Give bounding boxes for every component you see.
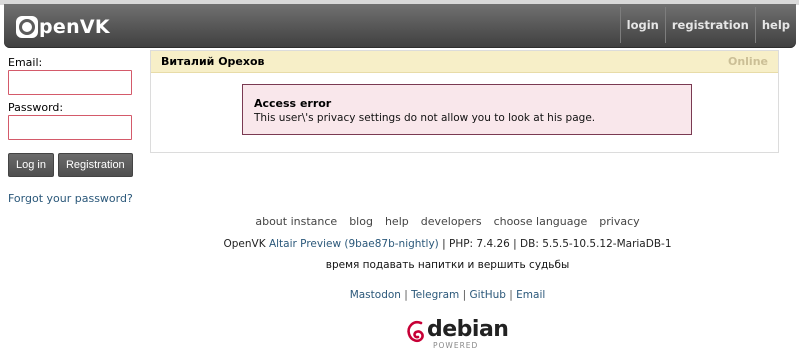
login-button[interactable]: Log in [8,153,54,177]
social-separator: | [404,289,408,301]
debian-powered-text: POWERED [433,341,479,350]
forgot-password-link[interactable]: Forgot your password? [8,192,133,205]
header-nav: login registration help [619,7,796,43]
logo-o-icon [16,16,38,38]
social-link-github[interactable]: GitHub [470,289,506,301]
error-title: Access error [254,97,332,110]
footer-link-language[interactable]: choose language [494,215,588,229]
header-bar: penVK login registration help [4,4,796,48]
logo-text: penVK [39,16,110,38]
nav-registration-link[interactable]: registration [664,7,755,43]
error-message: This user\'s privacy settings do not all… [254,112,596,124]
debian-powered-logo: debian POWERED [405,317,509,351]
footer-links: about instance blog help developers choo… [0,215,799,229]
profile-panel: Виталий Орехов Online Access error This … [150,50,779,153]
password-field[interactable] [8,115,132,140]
status-badge: Online [727,55,768,68]
footer-link-developers[interactable]: developers [421,215,482,229]
social-separator: | [462,289,467,301]
email-label: Email: [8,56,43,69]
login-buttons: Log in Registration [8,153,138,177]
footer-motto: время подавать напитки и вершить судьбы [325,259,570,271]
footer-link-about[interactable]: about instance [255,215,337,229]
version-link[interactable]: Altair Preview (9bae87b-nightly) [269,238,439,250]
footer-social: Mastodon | Telegram | GitHub | Email [0,289,799,301]
social-separator: | [509,289,513,301]
debian-swirl-icon [407,321,424,343]
password-label: Password: [8,101,64,114]
registration-button[interactable]: Registration [57,153,133,177]
version-prefix: OpenVK [223,238,266,250]
social-link-telegram[interactable]: Telegram [411,289,459,301]
profile-header: Виталий Орехов Online [151,51,778,73]
footer-link-help[interactable]: help [385,215,409,229]
social-link-email[interactable]: Email [516,289,545,301]
access-error-box: Access error This user\'s privacy settin… [242,84,692,135]
openvk-logo[interactable]: penVK [16,14,110,40]
profile-name: Виталий Орехов [161,55,265,68]
page: penVK login registration help Email: Pas… [0,0,799,361]
login-form: Email: Password: Log in Registration [8,56,138,177]
nav-help-link[interactable]: help [754,7,796,43]
social-link-mastodon[interactable]: Mastodon [350,289,401,301]
nav-login-link[interactable]: login [619,7,665,43]
email-field[interactable] [8,70,132,95]
version-suffix: | PHP: 7.4.26 | DB: 5.5.5-10.5.12-MariaD… [442,238,672,250]
footer-link-blog[interactable]: blog [349,215,373,229]
footer-version: OpenVK Altair Preview (9bae87b-nightly) … [0,238,799,250]
debian-wordmark: debian [427,317,509,342]
footer-link-privacy[interactable]: privacy [599,215,639,229]
